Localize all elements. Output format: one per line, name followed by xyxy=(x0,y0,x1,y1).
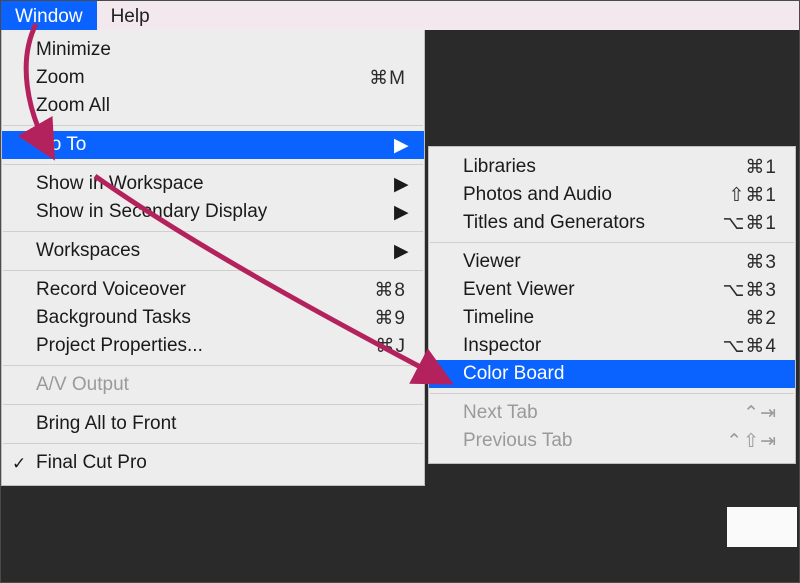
checkmark-icon: ✓ xyxy=(12,455,26,472)
menu-item-label: Photos and Audio xyxy=(463,184,701,206)
menu-item-shortcut: ⌘2 xyxy=(745,307,777,330)
menu-item-final-cut-pro[interactable]: ✓ Final Cut Pro xyxy=(2,449,424,477)
menu-item-event-viewer[interactable]: Event Viewer ⌥⌘3 xyxy=(429,276,795,304)
menu-item-label: Minimize xyxy=(36,39,406,61)
menu-item-label: Inspector xyxy=(463,335,695,357)
menu-item-show-in-workspace[interactable]: Show in Workspace ▶ xyxy=(2,170,424,198)
menu-item-label: Go To xyxy=(36,134,370,156)
menu-item-libraries[interactable]: Libraries ⌘1 xyxy=(429,153,795,181)
menu-item-shortcut: ⌘8 xyxy=(374,279,406,302)
menu-item-photos-and-audio[interactable]: Photos and Audio ⇧⌘1 xyxy=(429,181,795,209)
menu-separator xyxy=(3,404,423,405)
background-panel-fragment xyxy=(727,507,797,547)
menu-item-workspaces[interactable]: Workspaces ▶ xyxy=(2,237,424,265)
menu-item-label: Timeline xyxy=(463,307,717,329)
submenu-arrow-icon: ▶ xyxy=(394,240,406,263)
menu-item-shortcut: ⌥⌘1 xyxy=(723,212,777,235)
menu-item-shortcut: ⌥⌘3 xyxy=(723,279,777,302)
menu-item-label: Zoom All xyxy=(36,95,406,117)
menu-item-record-voiceover[interactable]: Record Voiceover ⌘8 xyxy=(2,276,424,304)
menu-item-shortcut: ⌘3 xyxy=(745,251,777,274)
menu-separator xyxy=(3,164,423,165)
menu-item-titles-and-generators[interactable]: Titles and Generators ⌥⌘1 xyxy=(429,209,795,237)
menu-item-label: Workspaces xyxy=(36,240,370,262)
menu-item-shortcut: ⌘1 xyxy=(745,156,777,179)
menu-item-shortcut: ⌃⇥ xyxy=(743,402,777,425)
menu-item-shortcut: ⌘M xyxy=(369,67,406,90)
submenu-arrow-icon: ▶ xyxy=(394,201,406,224)
go-to-submenu: Libraries ⌘1 Photos and Audio ⇧⌘1 Titles… xyxy=(428,146,796,464)
menu-item-label: Project Properties... xyxy=(36,335,348,357)
menu-separator xyxy=(3,365,423,366)
menu-item-color-board[interactable]: Color Board xyxy=(429,360,795,388)
window-menu: Minimize Zoom ⌘M Zoom All Go To ▶ Show i… xyxy=(1,30,425,486)
menu-item-label: Next Tab xyxy=(463,402,715,424)
menu-item-label: Previous Tab xyxy=(463,430,698,452)
menu-item-previous-tab: Previous Tab ⌃⇧⇥ xyxy=(429,427,795,455)
menu-item-inspector[interactable]: Inspector ⌥⌘4 xyxy=(429,332,795,360)
menubar-item-help[interactable]: Help xyxy=(97,1,164,30)
menu-item-next-tab: Next Tab ⌃⇥ xyxy=(429,399,795,427)
menu-item-label: Show in Workspace xyxy=(36,173,370,195)
menu-separator xyxy=(3,125,423,126)
submenu-arrow-icon: ▶ xyxy=(394,173,406,196)
menu-separator xyxy=(3,270,423,271)
menubar: Window Help xyxy=(1,1,799,30)
menu-item-label: Libraries xyxy=(463,156,717,178)
menu-item-timeline[interactable]: Timeline ⌘2 xyxy=(429,304,795,332)
menu-item-project-properties[interactable]: Project Properties... ⌘J xyxy=(2,332,424,360)
menu-item-go-to[interactable]: Go To ▶ xyxy=(2,131,424,159)
menu-item-label: A/V Output xyxy=(36,374,406,396)
menu-item-label: Color Board xyxy=(463,363,777,385)
menu-item-zoom[interactable]: Zoom ⌘M xyxy=(2,64,424,92)
menubar-item-window[interactable]: Window xyxy=(1,1,97,30)
menu-item-label: Bring All to Front xyxy=(36,413,406,435)
menu-item-viewer[interactable]: Viewer ⌘3 xyxy=(429,248,795,276)
menu-separator xyxy=(430,393,794,394)
menu-item-label: Final Cut Pro xyxy=(36,452,406,474)
menu-separator xyxy=(3,443,423,444)
menu-separator xyxy=(3,231,423,232)
menu-item-label: Show in Secondary Display xyxy=(36,201,370,223)
menu-item-bring-all-to-front[interactable]: Bring All to Front xyxy=(2,410,424,438)
menu-item-label: Zoom xyxy=(36,67,341,89)
menu-item-label: Background Tasks xyxy=(36,307,346,329)
submenu-arrow-icon: ▶ xyxy=(394,134,406,157)
menu-item-label: Titles and Generators xyxy=(463,212,695,234)
menu-item-shortcut: ⇧⌘1 xyxy=(729,184,778,207)
menu-item-label: Event Viewer xyxy=(463,279,695,301)
menu-item-label: Record Voiceover xyxy=(36,279,346,301)
menu-item-av-output: A/V Output xyxy=(2,371,424,399)
menu-item-background-tasks[interactable]: Background Tasks ⌘9 xyxy=(2,304,424,332)
menu-item-shortcut: ⌘9 xyxy=(374,307,406,330)
menu-item-zoom-all[interactable]: Zoom All xyxy=(2,92,424,120)
menu-item-shortcut: ⌥⌘4 xyxy=(723,335,777,358)
menu-item-label: Viewer xyxy=(463,251,717,273)
menu-item-shortcut: ⌘J xyxy=(376,335,407,358)
menu-item-minimize[interactable]: Minimize xyxy=(2,36,424,64)
menu-item-shortcut: ⌃⇧⇥ xyxy=(726,430,777,453)
menu-item-show-in-secondary-display[interactable]: Show in Secondary Display ▶ xyxy=(2,198,424,226)
menu-separator xyxy=(430,242,794,243)
